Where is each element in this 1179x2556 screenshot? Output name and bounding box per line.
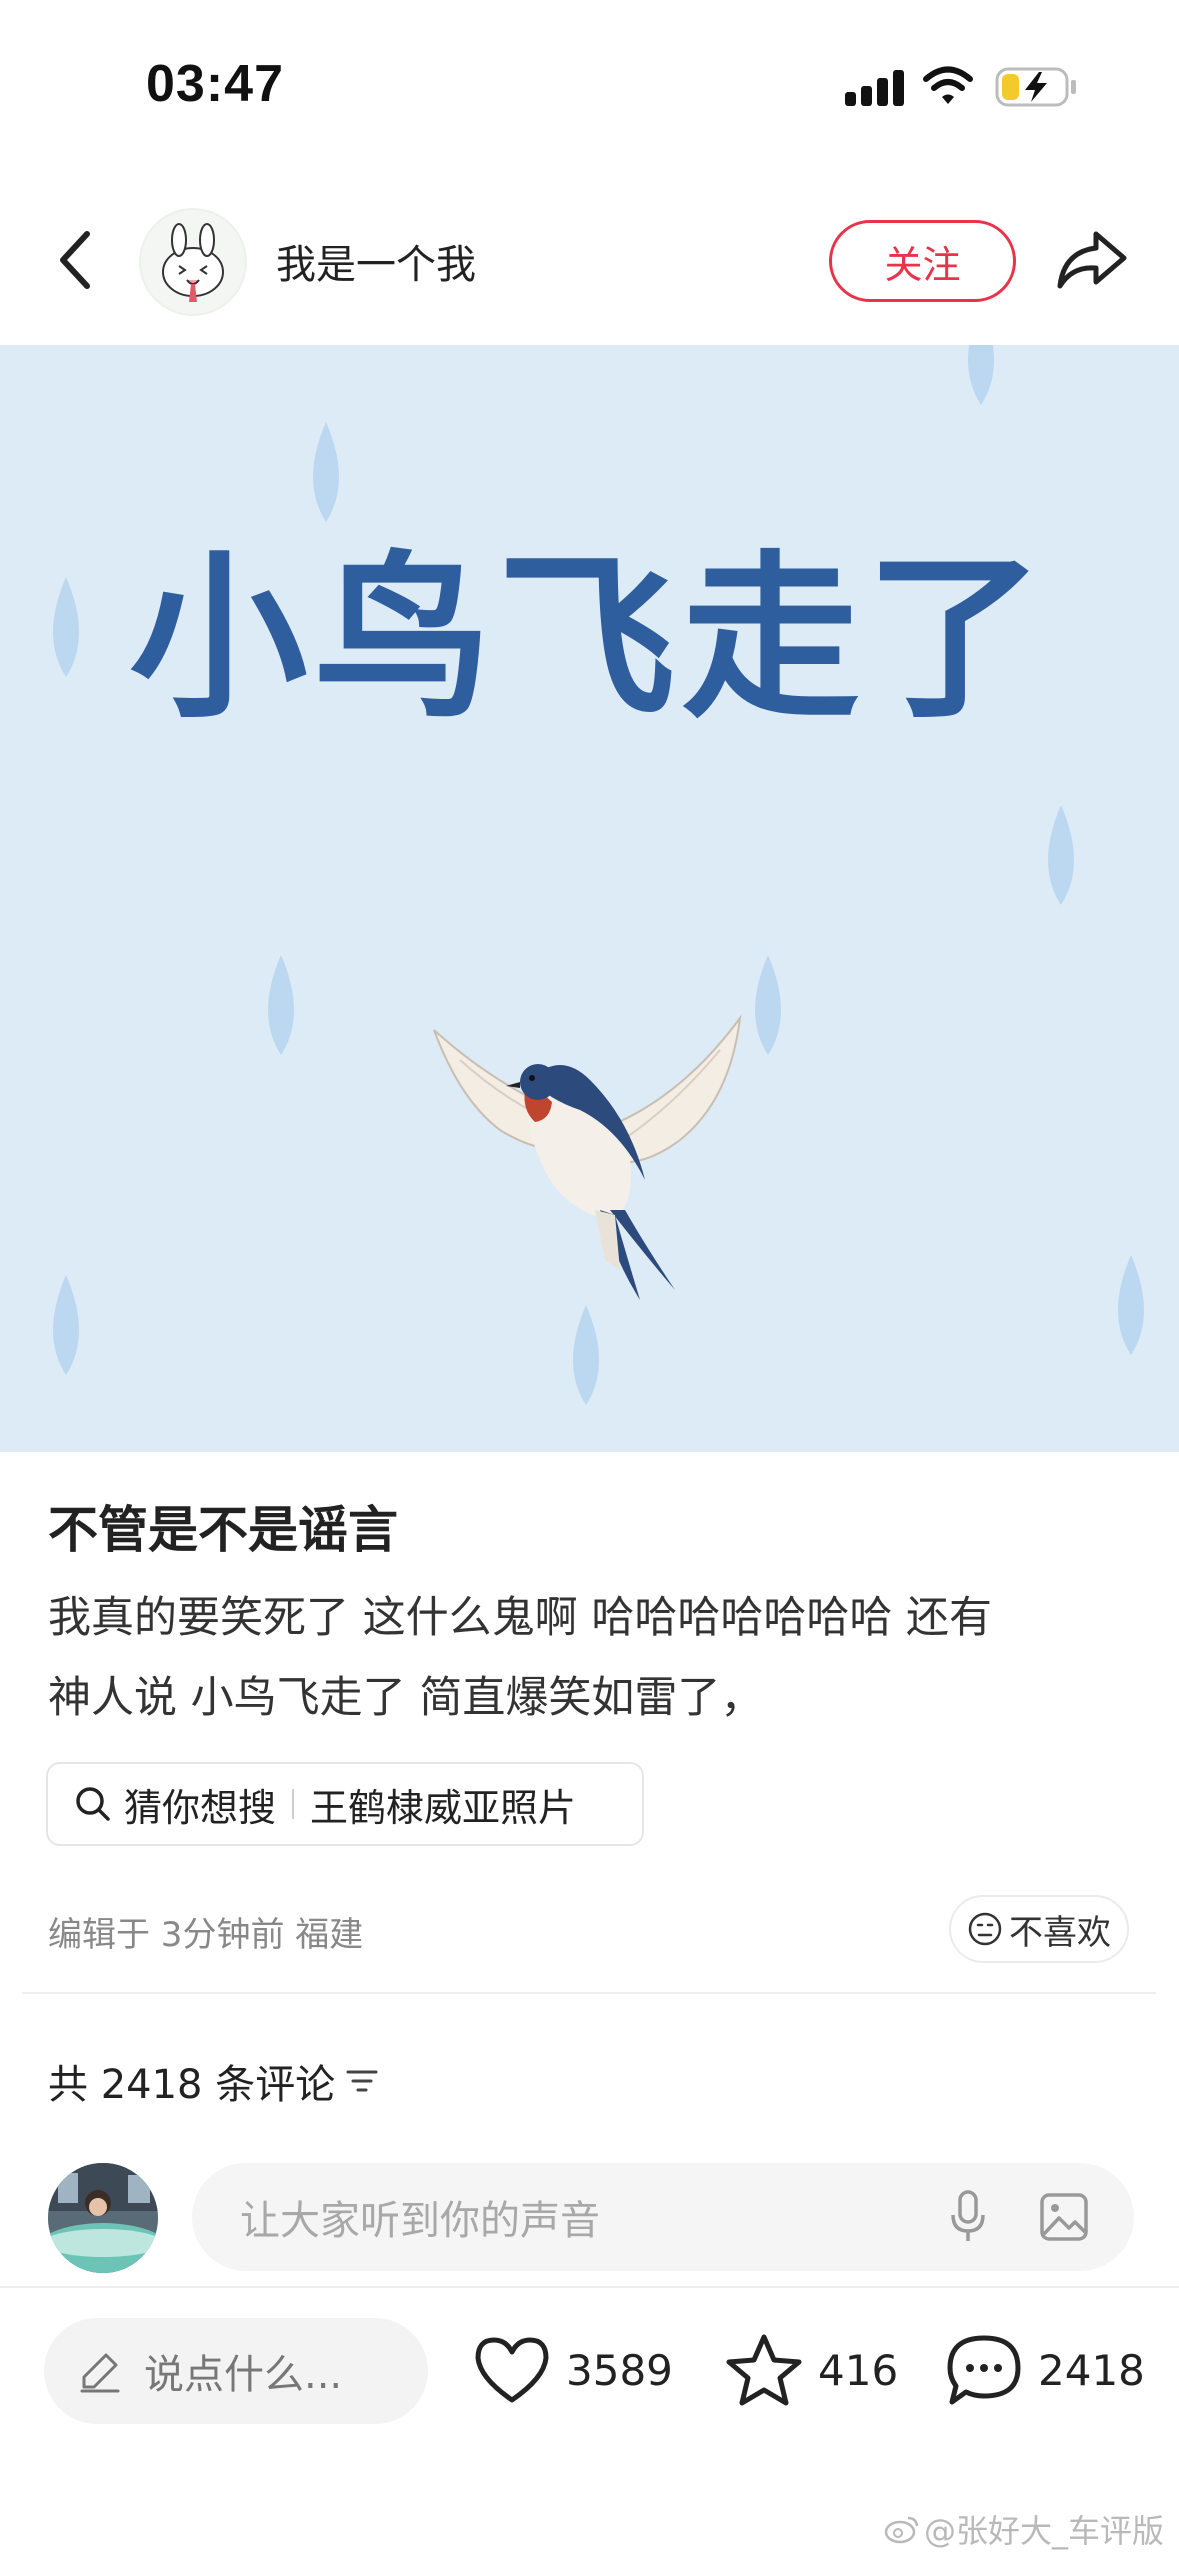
cellular-signal-icon [845, 70, 907, 106]
author-name[interactable]: 我是一个我 [276, 232, 476, 290]
say-something-button[interactable]: 说点什么... [44, 2318, 428, 2424]
watermark-text: @张好大_车评版 [924, 2512, 1165, 2550]
comment-count[interactable]: 共 2418 条评论 [48, 2052, 379, 2110]
swallow-bird-image [433, 1014, 742, 1300]
voice-input-button[interactable] [938, 2187, 998, 2247]
raindrop-icon [968, 345, 994, 405]
divider [292, 1789, 295, 1819]
wifi-icon [923, 66, 973, 104]
user-photo [48, 2163, 158, 2273]
raindrop-icon [573, 1305, 599, 1405]
neutral-face-icon [968, 1912, 1002, 1946]
heart-icon [475, 2337, 549, 2403]
post-title: 不管是不是谣言 [48, 1501, 398, 1559]
weibo-logo-icon [884, 2516, 919, 2544]
comment-bubble-icon [947, 2335, 1021, 2405]
rabbit-avatar-icon [162, 223, 224, 302]
comment-input-placeholder: 让大家听到你的声音 [240, 2198, 600, 2244]
dislike-button[interactable]: 不喜欢 [949, 1895, 1129, 1963]
star-icon [726, 2334, 802, 2406]
image-overlay-text: 小鸟飞走了 [129, 535, 1050, 742]
author-avatar[interactable] [139, 208, 247, 316]
share-button[interactable] [1052, 220, 1132, 300]
search-suggestion-chip[interactable]: 猜你想搜 王鹤棣威亚照片 [46, 1762, 644, 1846]
like-button[interactable]: 3589 [472, 2328, 673, 2412]
raindrop-icon [53, 1275, 79, 1375]
battery-charging-icon [995, 67, 1076, 107]
search-suggestion-term: 王鹤棣威亚照片 [310, 1785, 577, 1830]
favorite-count: 416 [818, 2345, 899, 2395]
image-input-button[interactable] [1034, 2187, 1094, 2247]
post-meta: 编辑于 3分钟前 福建 [48, 1915, 364, 1955]
comment-button[interactable]: 2418 [944, 2328, 1145, 2412]
comment-count-label: 共 2418 条评论 [48, 2062, 336, 2108]
post-body: 我真的要笑死了 这什么鬼啊 哈哈哈哈哈哈哈 还有 神人说 小鸟飞走了 简直爆笑如… [48, 1578, 1138, 1738]
raindrop-icon [1048, 805, 1074, 905]
watermark: @张好大_车评版 [884, 2506, 1164, 2552]
user-avatar[interactable] [48, 2163, 158, 2273]
post-image[interactable]: 小鸟飞走了 [0, 345, 1179, 1452]
bottom-bar-divider [0, 2286, 1179, 2288]
pencil-icon [80, 2353, 120, 2393]
image-icon [1040, 2193, 1088, 2241]
back-arrow-icon [60, 231, 90, 289]
comment-total: 2418 [1038, 2345, 1145, 2395]
post-body-line: 神人说 小鸟飞走了 简直爆笑如雷了， [48, 1673, 764, 1723]
favorite-button[interactable]: 416 [724, 2328, 898, 2412]
post-body-line: 我真的要笑死了 这什么鬼啊 哈哈哈哈哈哈哈 还有 [48, 1593, 993, 1643]
follow-button[interactable]: 关注 [829, 220, 1016, 302]
section-divider [22, 1992, 1156, 1994]
comment-input[interactable]: 让大家听到你的声音 [192, 2163, 1134, 2271]
raindrop-icon [1118, 1255, 1144, 1355]
microphone-icon [951, 2190, 985, 2241]
search-icon [76, 1787, 110, 1821]
say-something-label: 说点什么... [144, 2352, 343, 2398]
raindrop-icon [268, 955, 294, 1055]
back-button[interactable] [40, 220, 110, 300]
share-icon [1057, 231, 1127, 289]
sort-filter-icon [346, 2070, 378, 2092]
status-time: 03:47 [146, 55, 284, 113]
search-suggestion-prefix: 猜你想搜 [124, 1785, 277, 1830]
dislike-label: 不喜欢 [1009, 1912, 1111, 1953]
like-count: 3589 [566, 2345, 673, 2395]
